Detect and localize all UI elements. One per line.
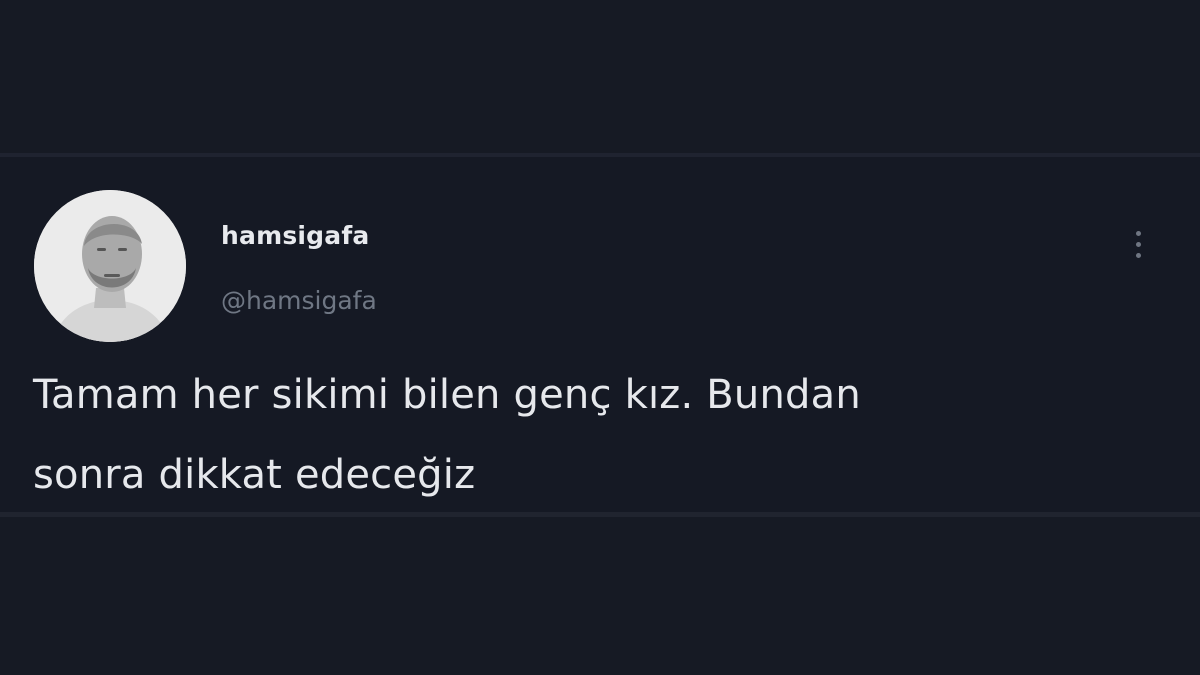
more-options-button[interactable]: [1124, 216, 1152, 272]
avatar[interactable]: [34, 190, 186, 342]
more-vertical-icon: [1135, 241, 1141, 247]
avatar-photo: [34, 190, 186, 342]
tweet-text: Tamam her sikimi bilen genç kız. Bundan …: [33, 355, 1163, 515]
author-handle[interactable]: @hamsigafa: [221, 286, 377, 315]
bottom-divider: [0, 512, 1200, 517]
tweet-text-line: sonra dikkat edeceğiz: [33, 452, 476, 498]
more-vertical-icon: [1135, 230, 1141, 236]
more-vertical-icon: [1135, 252, 1141, 258]
tweet-text-line: Tamam her sikimi bilen genç kız. Bundan: [33, 372, 861, 418]
author-display-name[interactable]: hamsigafa: [221, 221, 369, 250]
